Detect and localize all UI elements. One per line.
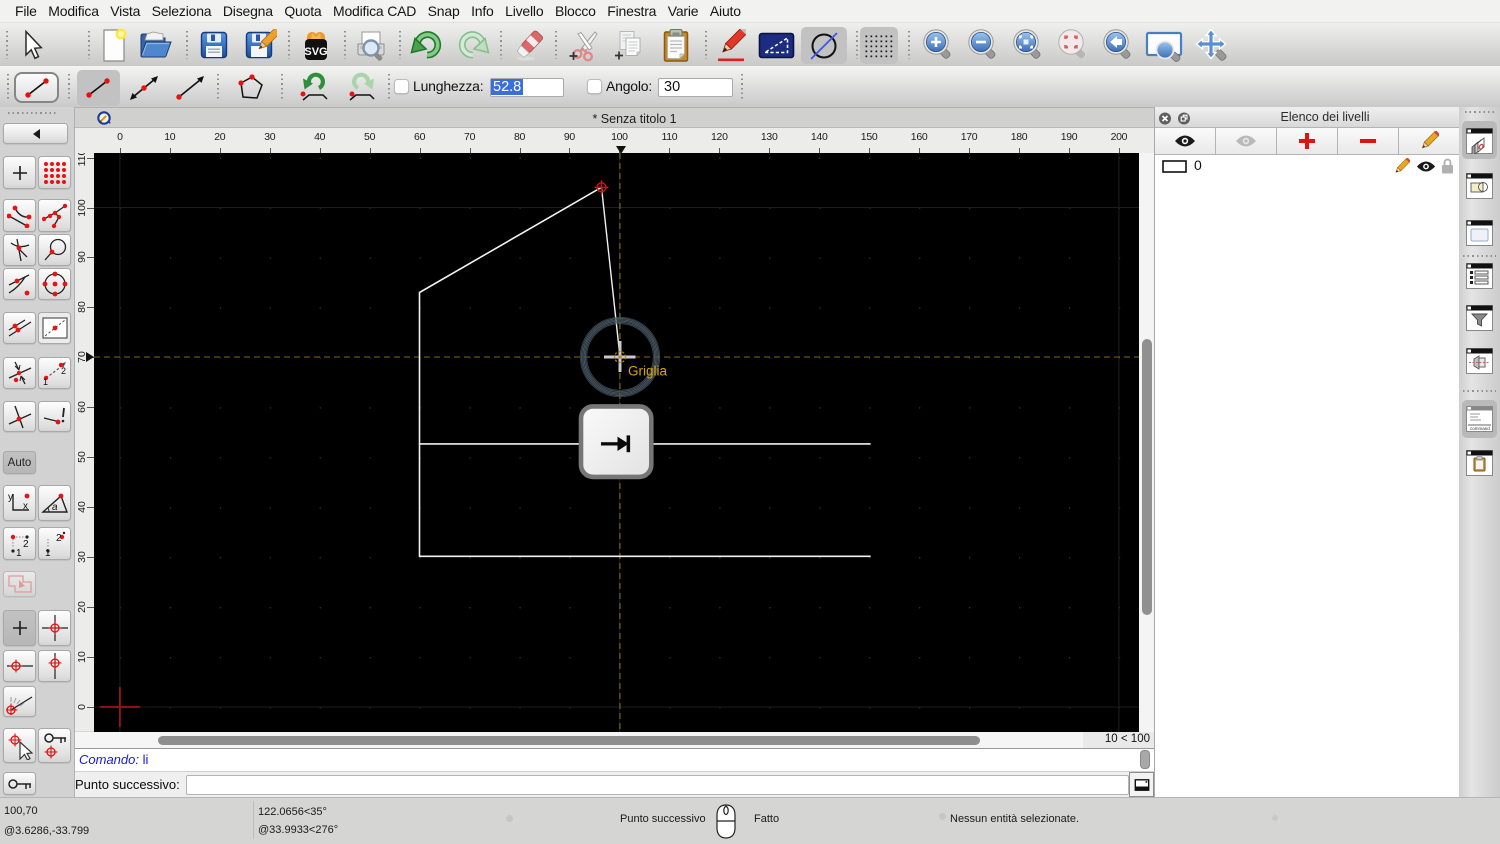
svg-text:command: command [1470, 426, 1490, 431]
svg-text:2: 2 [61, 366, 66, 376]
svg-text:1: 1 [43, 377, 48, 386]
svg-text:2: 2 [56, 533, 62, 544]
svg-text:y: y [8, 492, 13, 503]
svg-text:SVG: SVG [304, 46, 327, 58]
svg-text:1: 1 [16, 548, 22, 557]
svg-text:x: x [23, 501, 28, 512]
svg-text:1: 1 [45, 548, 51, 557]
svg-text:2: 2 [23, 539, 29, 550]
svg-text:a: a [52, 502, 58, 513]
svg-text:Griglia: Griglia [628, 364, 668, 379]
